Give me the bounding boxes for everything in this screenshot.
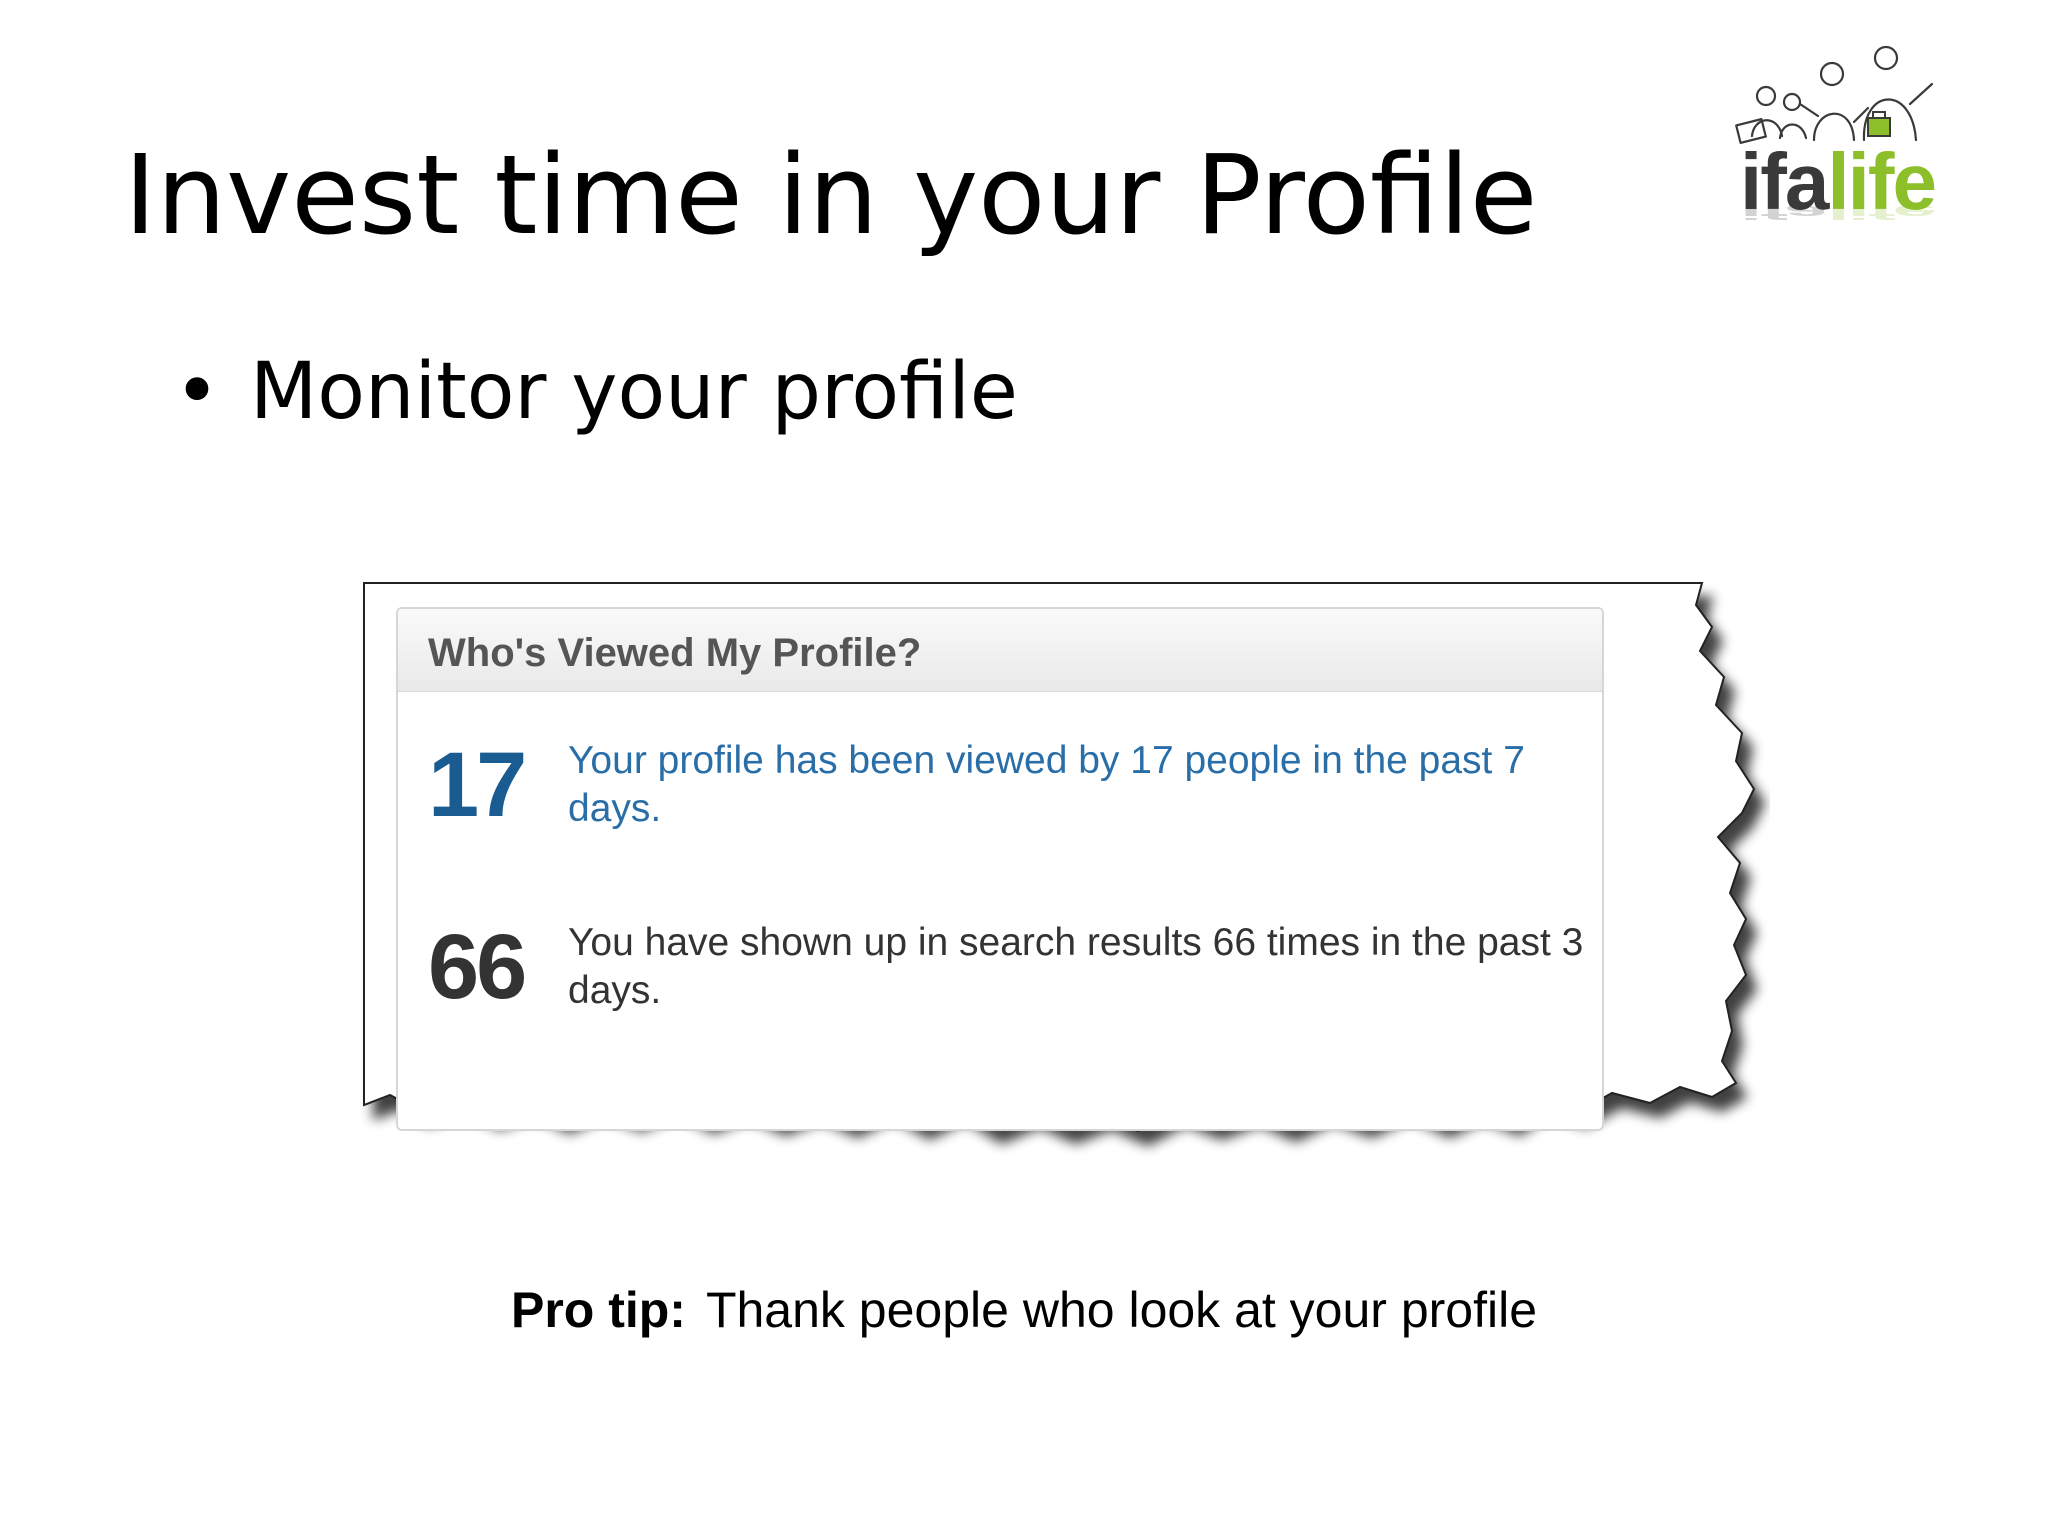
stat-row-search-appearances: 66 You have shown up in search results 6… — [428, 917, 1588, 1037]
profile-views-link[interactable]: Your profile has been viewed by 17 peopl… — [568, 737, 1588, 833]
logo-reflection: ifalife — [1740, 200, 1935, 223]
profile-views-count[interactable]: 17 — [428, 735, 558, 835]
whos-viewed-widget: Who's Viewed My Profile? 17 Your profile… — [396, 607, 1604, 1131]
pro-tip: Pro tip: Thank people who look at your pr… — [0, 1280, 2048, 1340]
widget-header: Who's Viewed My Profile? — [398, 609, 1602, 692]
slide: Invest time in your Profile • Monitor you… — [0, 0, 2048, 1536]
screenshot-clipping: Who's Viewed My Profile? 17 Your profile… — [350, 575, 1770, 1195]
pro-tip-text: Thank people who look at your profile — [705, 1282, 1538, 1338]
bullet-text: Monitor your profile — [250, 347, 1018, 437]
pro-tip-label: Pro tip: — [510, 1282, 686, 1338]
bullet-marker: • — [174, 347, 221, 437]
widget-title: Who's Viewed My Profile? — [428, 631, 922, 675]
ifalife-logo: ifalife ifalife — [1728, 44, 1980, 224]
stat-row-profile-views: 17 Your profile has been viewed by 17 pe… — [428, 735, 1588, 855]
slide-title: Invest time in your Profile — [124, 131, 1538, 259]
search-appearances-count: 66 — [428, 916, 527, 1018]
search-appearances-text: You have shown up in search results 66 t… — [568, 921, 1584, 1012]
bullet-item: • Monitor your profile — [174, 342, 1018, 442]
